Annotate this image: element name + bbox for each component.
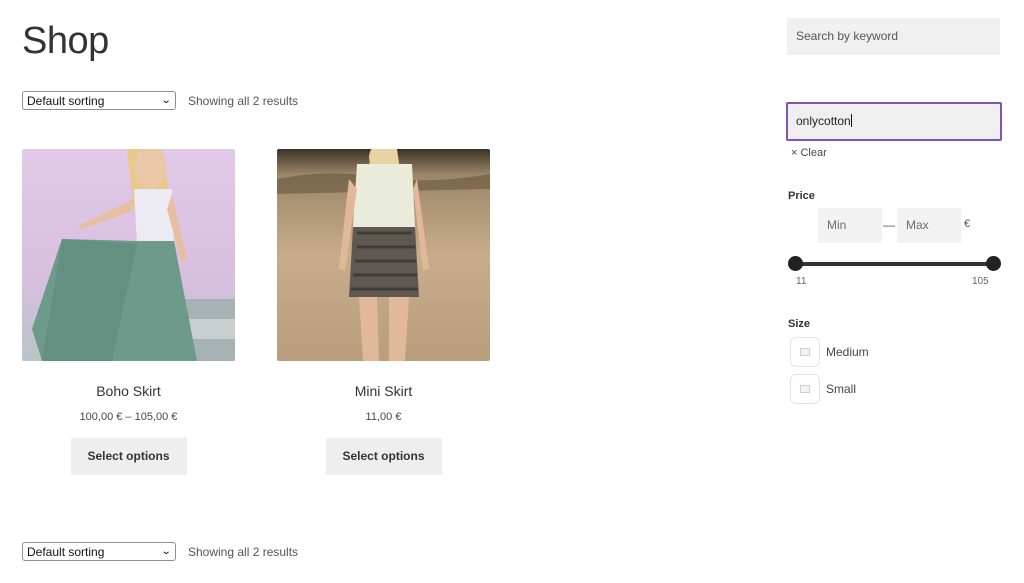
price-slider-max-label: 105: [972, 276, 989, 287]
clear-filter-link[interactable]: × Clear: [791, 147, 827, 159]
price-min-input[interactable]: Min: [818, 208, 882, 243]
keyword-search-input[interactable]: Search by keyword: [787, 18, 1000, 55]
size-option-label: Medium: [826, 345, 869, 359]
price-slider-max-handle[interactable]: [986, 256, 1001, 271]
sorting-select-value: Default sorting: [27, 93, 105, 108]
attribute-search-value: onlycotton: [796, 114, 851, 128]
page-title: Shop: [22, 20, 109, 62]
product-card: Boho Skirt 100,00 € – 105,00 € Select op…: [22, 149, 235, 475]
sorting-select[interactable]: Default sorting ⌄: [22, 91, 176, 110]
attribute-search-input[interactable]: onlycotton: [786, 102, 1002, 141]
product-price: 11,00 €: [365, 411, 402, 423]
image-placeholder-icon: [790, 337, 820, 367]
product-image-boho-skirt[interactable]: [22, 149, 235, 361]
select-options-button[interactable]: Select options: [70, 438, 187, 475]
image-placeholder-icon: [790, 374, 820, 404]
chevron-down-icon: ⌄: [160, 95, 172, 106]
product-card: Mini Skirt 11,00 € Select options: [277, 149, 490, 475]
sorting-select-value: Default sorting: [27, 544, 105, 559]
price-range-separator: —: [883, 218, 895, 232]
price-max-input[interactable]: Max: [897, 208, 961, 243]
sorting-bar-bottom: Default sorting ⌄ Showing all 2 results: [22, 542, 298, 561]
product-title[interactable]: Mini Skirt: [277, 383, 490, 399]
product-title[interactable]: Boho Skirt: [22, 383, 235, 399]
price-slider-track[interactable]: [795, 262, 993, 266]
size-filter-title: Size: [788, 318, 811, 330]
price-slider-min-label: 11: [796, 276, 807, 287]
currency-symbol: €: [964, 218, 971, 230]
size-option-medium[interactable]: Medium: [790, 337, 869, 367]
price-filter-title: Price: [788, 190, 815, 202]
size-option-label: Small: [826, 382, 857, 396]
select-options-button[interactable]: Select options: [325, 438, 442, 475]
chevron-down-icon: ⌄: [160, 546, 172, 557]
product-price: 100,00 € – 105,00 €: [79, 411, 178, 423]
sorting-bar-top: Default sorting ⌄ Showing all 2 results: [22, 91, 298, 110]
size-option-small[interactable]: Small: [790, 374, 856, 404]
price-slider-min-handle[interactable]: [788, 256, 803, 271]
sorting-select[interactable]: Default sorting ⌄: [22, 542, 176, 561]
text-caret: [850, 114, 852, 127]
result-count: Showing all 2 results: [188, 93, 299, 108]
product-image-mini-skirt[interactable]: [277, 149, 490, 361]
result-count: Showing all 2 results: [188, 544, 299, 559]
